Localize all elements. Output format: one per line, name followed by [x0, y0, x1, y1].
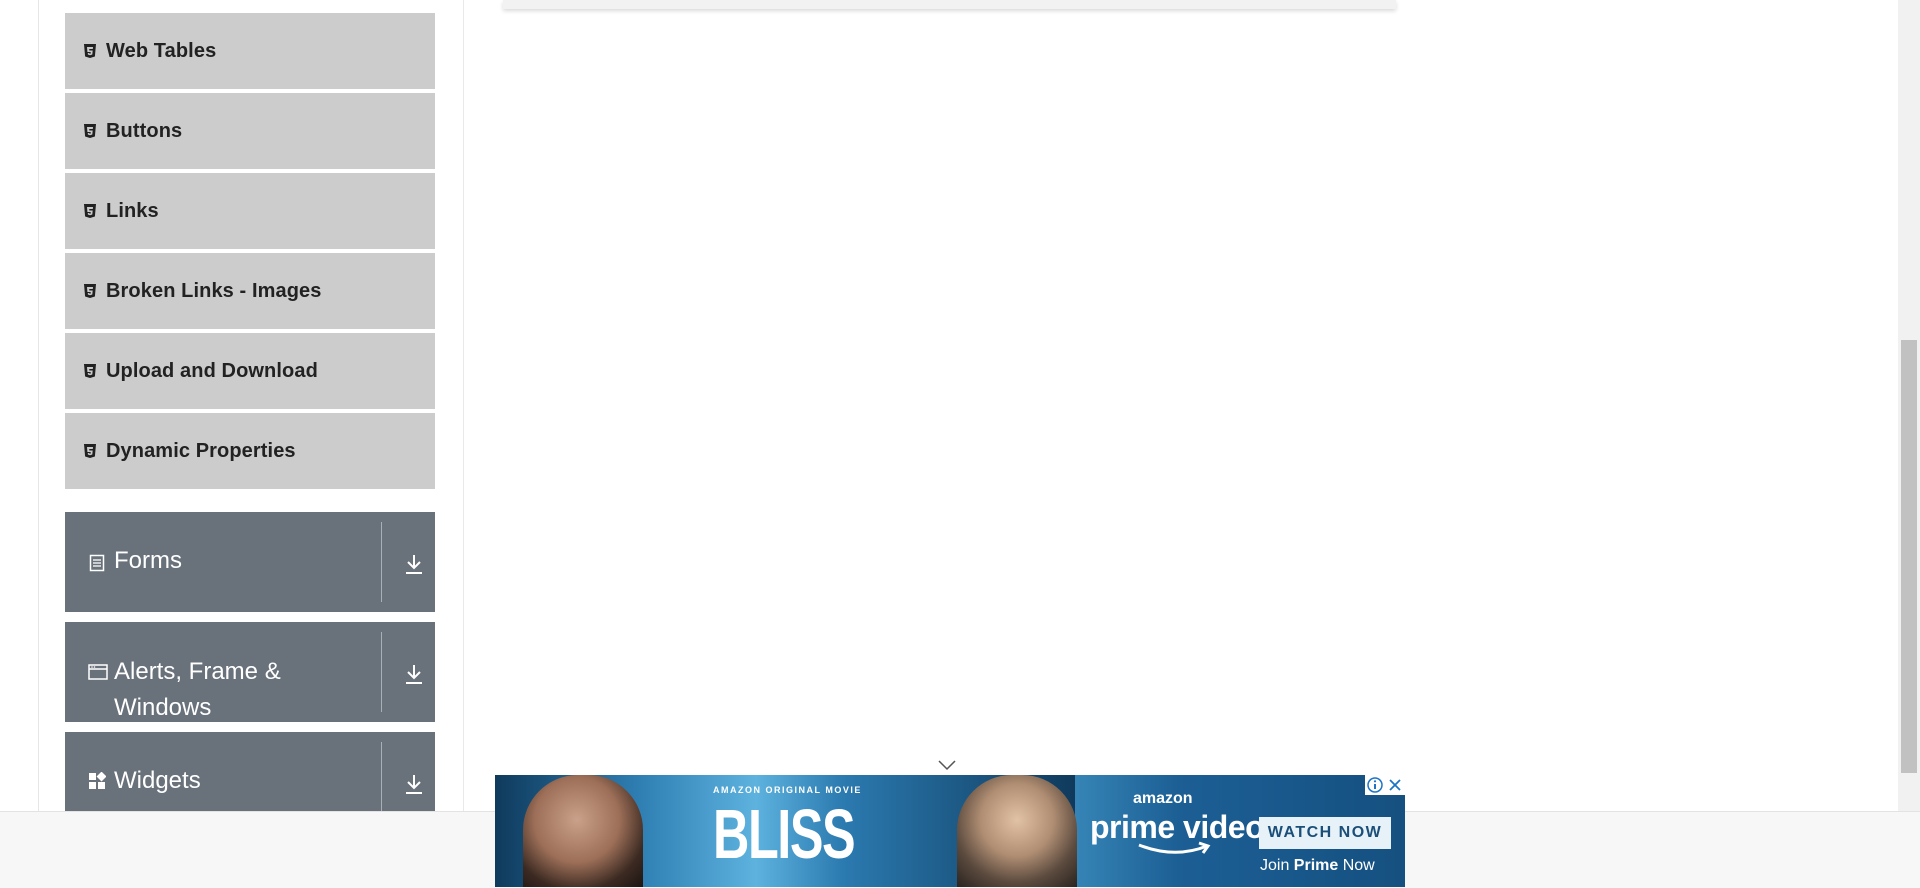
- html5-icon: [82, 443, 97, 459]
- menu-item-label: Buttons: [106, 119, 183, 142]
- menu-item-dynamic-properties[interactable]: Dynamic Properties: [65, 413, 435, 491]
- group-header-alerts-frame-windows[interactable]: Alerts, Frame & Windows: [65, 622, 435, 722]
- join-suffix: Now: [1338, 857, 1375, 874]
- join-prefix: Join: [1260, 857, 1294, 874]
- content-card-edge: [503, 0, 1396, 9]
- group-header-widgets[interactable]: Widgets: [65, 732, 435, 811]
- menu-item-label: Links: [106, 199, 159, 222]
- group-divider: [381, 632, 382, 712]
- menu-item-upload-download[interactable]: Upload and Download: [65, 333, 435, 411]
- menu-item-label: Web Tables: [106, 39, 217, 62]
- menu-item-label: Upload and Download: [106, 359, 318, 382]
- ad-join-text: Join Prime Now: [1260, 857, 1375, 875]
- left-border-line: [38, 0, 39, 811]
- join-bold: Prime: [1293, 857, 1339, 874]
- menu-item-web-tables[interactable]: Web Tables: [65, 13, 435, 91]
- download-icon[interactable]: [403, 772, 425, 796]
- download-icon[interactable]: [403, 552, 425, 576]
- ad-movie-title: BLISS: [713, 795, 856, 873]
- ad-brand-top: amazon: [1133, 790, 1193, 807]
- advertisement-banner[interactable]: AMAZON ORIGINAL MOVIE BLISS amazon prime…: [495, 775, 1405, 887]
- group-divider: [381, 742, 382, 811]
- group-title: Alerts, Frame & Windows: [114, 658, 281, 721]
- close-icon[interactable]: [1385, 775, 1405, 795]
- menu-item-buttons[interactable]: Buttons: [65, 93, 435, 171]
- html5-icon: [82, 123, 97, 139]
- menu-item-broken-links[interactable]: Broken Links - Images: [65, 253, 435, 331]
- ad-actor-image: [523, 775, 643, 887]
- group-title: Widgets: [114, 767, 201, 794]
- form-icon: [88, 554, 106, 572]
- widgets-icon: [88, 771, 107, 790]
- html5-icon: [82, 283, 97, 299]
- page: Web Tables Buttons Links Broken Links - …: [0, 0, 1898, 811]
- scrollbar-thumb[interactable]: [1901, 340, 1917, 773]
- download-icon[interactable]: [403, 662, 425, 686]
- left-panel: Web Tables Buttons Links Broken Links - …: [65, 0, 435, 811]
- chevron-down-icon[interactable]: [937, 758, 957, 771]
- html5-icon: [82, 43, 97, 59]
- group-divider: [381, 522, 382, 602]
- html5-icon: [82, 203, 97, 219]
- group-title: Forms: [114, 547, 182, 574]
- menu-item-links[interactable]: Links: [65, 173, 435, 251]
- group-header-forms[interactable]: Forms: [65, 512, 435, 612]
- html5-icon: [82, 363, 97, 379]
- amazon-smile-icon: [1135, 841, 1215, 859]
- panel-divider-line: [463, 0, 464, 811]
- watch-now-button[interactable]: WATCH NOW: [1259, 817, 1391, 849]
- menu-item-label: Broken Links - Images: [106, 279, 322, 302]
- ad-actor-image: [957, 775, 1077, 887]
- ad-info-icon[interactable]: [1365, 775, 1385, 795]
- window-icon: [88, 663, 108, 681]
- menu-item-label: Dynamic Properties: [106, 439, 296, 462]
